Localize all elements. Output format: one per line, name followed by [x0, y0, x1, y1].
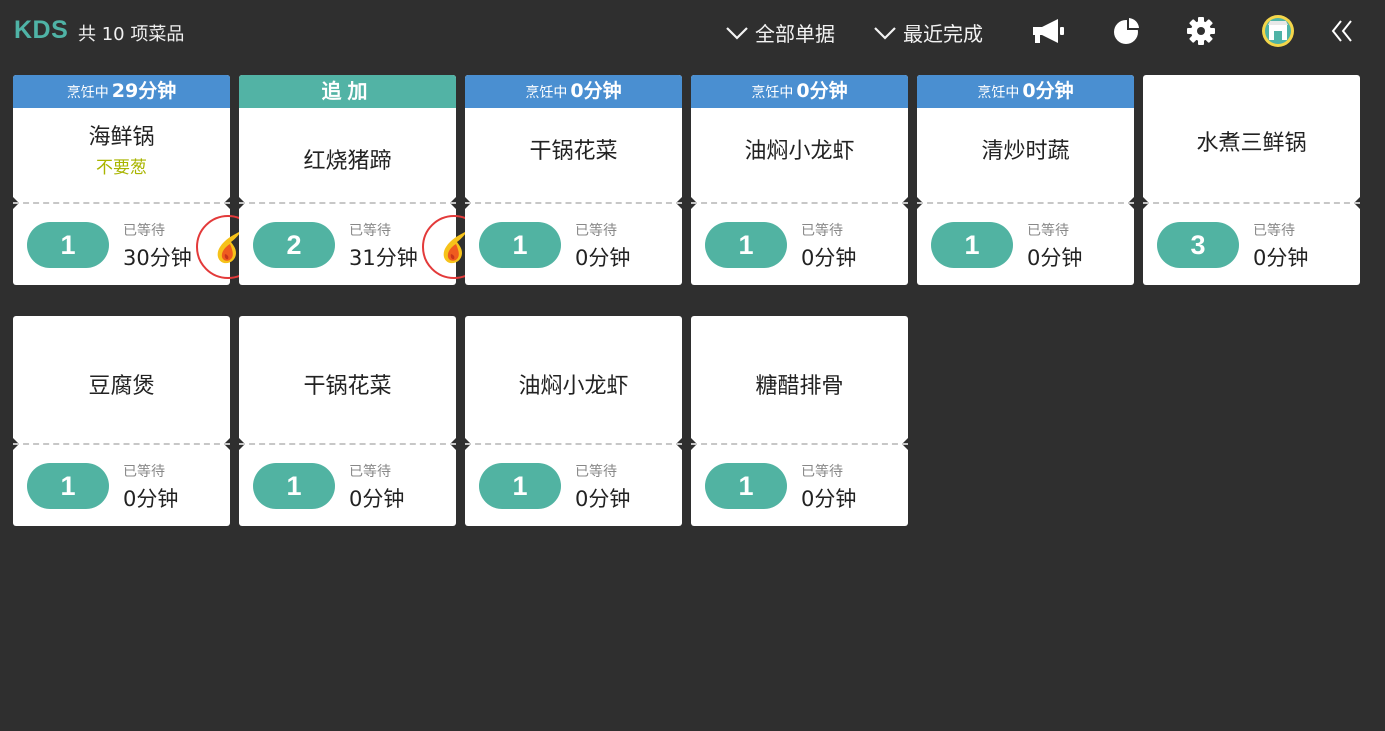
dish-card[interactable]: 干锅花菜 1 已等待 0分钟 — [238, 316, 457, 526]
filter-all-label: 全部单据 — [755, 22, 835, 46]
wait-time: 0分钟 — [349, 487, 405, 511]
wait-label: 已等待 — [1027, 223, 1069, 239]
wait-time: 0分钟 — [575, 246, 631, 270]
dish-name: 糖醋排骨 — [755, 374, 844, 399]
wait-time: 0分钟 — [801, 487, 857, 511]
wait-label: 已等待 — [575, 223, 617, 239]
megaphone-icon — [1033, 19, 1064, 43]
ticket-divider — [465, 443, 682, 445]
ticket-divider — [13, 443, 230, 445]
quantity-pill[interactable]: 1 — [931, 222, 1013, 268]
dish-card[interactable]: 追加 红烧猪蹄 2 已等待 31分钟 — [238, 75, 486, 285]
quantity-pill[interactable]: 1 — [705, 463, 787, 509]
wait-time: 31分钟 — [349, 246, 418, 270]
quantity-pill[interactable]: 2 — [253, 222, 335, 268]
ticket-divider — [239, 202, 456, 204]
dish-card[interactable]: 烹饪中 29分钟 海鲜锅 不要葱 1 已等待 30分钟 — [12, 75, 260, 285]
chevron-down-icon — [726, 26, 748, 40]
dish-name: 红烧猪蹄 — [303, 149, 392, 174]
ticket-divider — [691, 202, 908, 204]
dish-card[interactable]: 烹饪中 0分钟 清炒时蔬 1 已等待 0分钟 — [916, 75, 1135, 285]
store-button[interactable] — [1260, 14, 1296, 48]
dish-card[interactable]: 豆腐煲 1 已等待 0分钟 — [12, 316, 231, 526]
dish-name: 干锅花菜 — [303, 374, 392, 399]
dish-card[interactable]: 水煮三鲜锅 3 已等待 0分钟 — [1142, 75, 1361, 285]
dish-name: 油焖小龙虾 — [744, 139, 855, 164]
cooking-status-header: 烹饪中 0分钟 — [465, 75, 682, 108]
wait-time: 0分钟 — [1253, 246, 1309, 270]
filter-recent-label: 最近完成 — [903, 22, 983, 46]
dish-card[interactable]: 油焖小龙虾 1 已等待 0分钟 — [464, 316, 683, 526]
statistics-button[interactable] — [1108, 14, 1144, 48]
dish-note: 不要葱 — [96, 158, 147, 178]
filter-all-dropdown[interactable]: 全部单据 — [725, 18, 835, 47]
cooking-status-header: 烹饪中 0分钟 — [691, 75, 908, 108]
cooking-duration: 0分钟 — [570, 80, 622, 102]
status-label: 烹饪中 — [977, 85, 1020, 101]
ticket-divider — [239, 443, 456, 445]
ticket-divider — [13, 202, 230, 204]
quantity-pill[interactable]: 1 — [479, 222, 561, 268]
double-chevron-left-icon — [1331, 20, 1352, 42]
store-icon — [1262, 15, 1294, 47]
dish-name: 海鲜锅 — [88, 125, 155, 150]
cooking-status-header: 烹饪中 0分钟 — [917, 75, 1134, 108]
filter-recent-dropdown[interactable]: 最近完成 — [873, 18, 983, 47]
app-logo: KDS — [14, 16, 69, 44]
collapse-button[interactable] — [1324, 14, 1360, 48]
status-label: 烹饪中 — [525, 85, 568, 101]
wait-time: 0分钟 — [575, 487, 631, 511]
dish-name: 油焖小龙虾 — [518, 374, 629, 399]
wait-label: 已等待 — [1253, 223, 1295, 239]
wait-label: 已等待 — [801, 464, 843, 480]
dish-count: 共 10 项菜品 — [78, 24, 185, 45]
ticket-divider — [691, 443, 908, 445]
wait-label: 已等待 — [349, 464, 391, 480]
dish-name: 水煮三鲜锅 — [1196, 131, 1307, 156]
quantity-pill[interactable]: 1 — [27, 463, 109, 509]
wait-label: 已等待 — [801, 223, 843, 239]
add-order-header: 追加 — [239, 75, 456, 108]
quantity-pill[interactable]: 1 — [27, 222, 109, 268]
status-label: 烹饪中 — [751, 85, 794, 101]
dish-card[interactable]: 烹饪中 0分钟 油焖小龙虾 1 已等待 0分钟 — [690, 75, 909, 285]
quantity-pill[interactable]: 1 — [253, 463, 335, 509]
dish-card[interactable]: 糖醋排骨 1 已等待 0分钟 — [690, 316, 909, 526]
wait-time: 0分钟 — [1027, 246, 1083, 270]
wait-time: 0分钟 — [123, 487, 179, 511]
dish-name: 清炒时蔬 — [981, 139, 1070, 164]
wait-label: 已等待 — [575, 464, 617, 480]
settings-button[interactable] — [1183, 14, 1219, 48]
ticket-divider — [917, 202, 1134, 204]
dish-card[interactable]: 烹饪中 0分钟 干锅花菜 1 已等待 0分钟 — [464, 75, 683, 285]
top-bar: KDS 共 10 项菜品 全部单据 最近完成 — [0, 0, 1385, 62]
wait-label: 已等待 — [123, 223, 165, 239]
ticket-divider — [1143, 202, 1360, 204]
wait-label: 已等待 — [349, 223, 391, 239]
status-label: 烹饪中 — [66, 85, 109, 101]
wait-time: 0分钟 — [801, 246, 857, 270]
wait-time: 30分钟 — [123, 246, 192, 270]
dish-name: 干锅花菜 — [529, 139, 618, 164]
cooking-duration: 0分钟 — [796, 80, 848, 102]
wait-label: 已等待 — [123, 464, 165, 480]
pie-chart-icon — [1114, 18, 1139, 44]
quantity-pill[interactable]: 3 — [1157, 222, 1239, 268]
cooking-status-header: 烹饪中 29分钟 — [13, 75, 230, 108]
dish-name: 豆腐煲 — [88, 374, 155, 399]
chevron-down-icon — [874, 26, 896, 40]
megaphone-button[interactable] — [1030, 14, 1066, 48]
ticket-divider — [465, 202, 682, 204]
quantity-pill[interactable]: 1 — [705, 222, 787, 268]
cooking-duration: 0分钟 — [1022, 80, 1074, 102]
cooking-duration: 29分钟 — [111, 80, 177, 102]
gear-icon — [1187, 17, 1215, 45]
quantity-pill[interactable]: 1 — [479, 463, 561, 509]
